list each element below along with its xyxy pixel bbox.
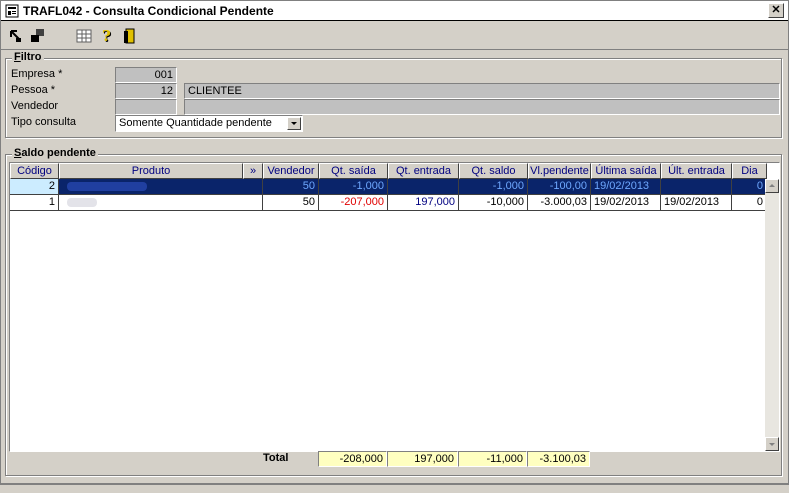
tipo-consulta-select[interactable]: Somente Quantidade pendente <box>115 115 303 132</box>
cell-ultima-saida[interactable]: 19/02/2013 <box>591 179 661 195</box>
table-row[interactable]: 2 50 -1,000 -1,000 -100,00 19/02/2013 0 <box>10 179 767 195</box>
col-produto[interactable]: Produto <box>59 163 243 179</box>
tipo-consulta-label: Tipo consulta <box>11 116 77 128</box>
cell-qt-saida[interactable]: -1,000 <box>319 179 388 195</box>
cell-ultima-saida[interactable]: 19/02/2013 <box>591 195 661 211</box>
cell-dia[interactable]: 0 <box>732 195 767 211</box>
col-ult-entrada[interactable]: Últ. entrada <box>661 163 732 179</box>
col-qt-saida[interactable]: Qt. saída <box>319 163 388 179</box>
saldo-grid[interactable]: Código Produto » Vendedor Qt. saída Qt. … <box>9 162 780 452</box>
pessoa-name-field: CLIENTEE <box>184 83 780 99</box>
title-bar: TRAFL042 - Consulta Condicional Pendente… <box>1 1 788 21</box>
vendedor-code-field[interactable] <box>115 99 177 115</box>
chevron-down-icon[interactable] <box>287 117 301 130</box>
vendedor-name-field <box>184 99 780 115</box>
toolbar: ?? <box>1 22 788 50</box>
redacted-product <box>67 198 97 207</box>
cell-vl-pendente[interactable]: -100,00 <box>528 179 591 195</box>
col-dia[interactable]: Dia <box>732 163 767 179</box>
cell-codigo[interactable]: 1 <box>10 195 59 211</box>
cell-vendedor[interactable]: 50 <box>263 195 319 211</box>
consulta-window: TRAFL042 - Consulta Condicional Pendente… <box>0 0 789 484</box>
pessoa-label: Pessoa * <box>11 84 56 96</box>
cell-qt-saida[interactable]: -207,000 <box>319 195 388 211</box>
tipo-consulta-value: Somente Quantidade pendente <box>119 117 272 129</box>
cell-produto[interactable] <box>59 195 263 211</box>
cell-qt-saldo[interactable]: -10,000 <box>459 195 528 211</box>
cell-produto[interactable] <box>59 179 263 195</box>
stack-icon[interactable] <box>29 27 47 45</box>
vertical-scrollbar[interactable] <box>765 179 779 451</box>
col-ultima-saida[interactable]: Última saída <box>591 163 661 179</box>
cell-codigo[interactable]: 2 <box>10 179 59 195</box>
vendedor-label: Vendedor <box>11 100 59 112</box>
redacted-product <box>67 182 147 191</box>
scroll-down-icon[interactable] <box>765 437 779 451</box>
total-qt-entrada: 197,000 <box>387 451 458 467</box>
scroll-up-icon[interactable] <box>765 179 779 193</box>
cell-qt-saldo[interactable]: -1,000 <box>459 179 528 195</box>
exit-door-icon[interactable] <box>121 27 139 45</box>
help-icon[interactable]: ?? <box>99 27 117 46</box>
col-qt-entrada[interactable]: Qt. entrada <box>388 163 459 179</box>
cell-ult-entrada[interactable] <box>661 179 732 195</box>
saldo-legend: Saldo pendente <box>12 147 98 159</box>
total-vl-pendente: -3.100,03 <box>527 451 590 467</box>
col-codigo[interactable]: Código <box>10 163 59 179</box>
filtro-legend: Filtro <box>12 51 44 63</box>
total-qt-saldo: -11,000 <box>458 451 527 467</box>
cell-ult-entrada[interactable]: 19/02/2013 <box>661 195 732 211</box>
table-row[interactable]: 1 50 -207,000 197,000 -10,000 -3.000,03 … <box>10 195 767 211</box>
cell-dia[interactable]: 0 <box>732 179 767 195</box>
col-vl-pendente[interactable]: Vl.pendente <box>528 163 591 179</box>
cell-qt-entrada[interactable] <box>388 179 459 195</box>
total-qt-saida: -208,000 <box>318 451 387 467</box>
app-icon <box>5 4 19 18</box>
background-strip <box>0 484 789 493</box>
col-vendedor[interactable]: Vendedor <box>263 163 319 179</box>
empresa-label: Empresa * <box>11 68 63 80</box>
col-expand[interactable]: » <box>243 163 263 179</box>
move-arrow-icon[interactable] <box>7 27 25 45</box>
cell-qt-entrada[interactable]: 197,000 <box>388 195 459 211</box>
cell-vl-pendente[interactable]: -3.000,03 <box>528 195 591 211</box>
pessoa-code-field[interactable]: 12 <box>115 83 177 99</box>
calculator-icon[interactable] <box>75 27 93 45</box>
empresa-field[interactable]: 001 <box>115 67 177 83</box>
total-label: Total <box>263 452 289 464</box>
svg-text:?: ? <box>102 27 111 45</box>
close-button[interactable]: ✕ <box>768 3 784 18</box>
cell-vendedor[interactable]: 50 <box>263 179 319 195</box>
grid-header: Código Produto » Vendedor Qt. saída Qt. … <box>10 163 767 179</box>
col-qt-saldo[interactable]: Qt. saldo <box>459 163 528 179</box>
window-title: TRAFL042 - Consulta Condicional Pendente <box>23 4 274 18</box>
